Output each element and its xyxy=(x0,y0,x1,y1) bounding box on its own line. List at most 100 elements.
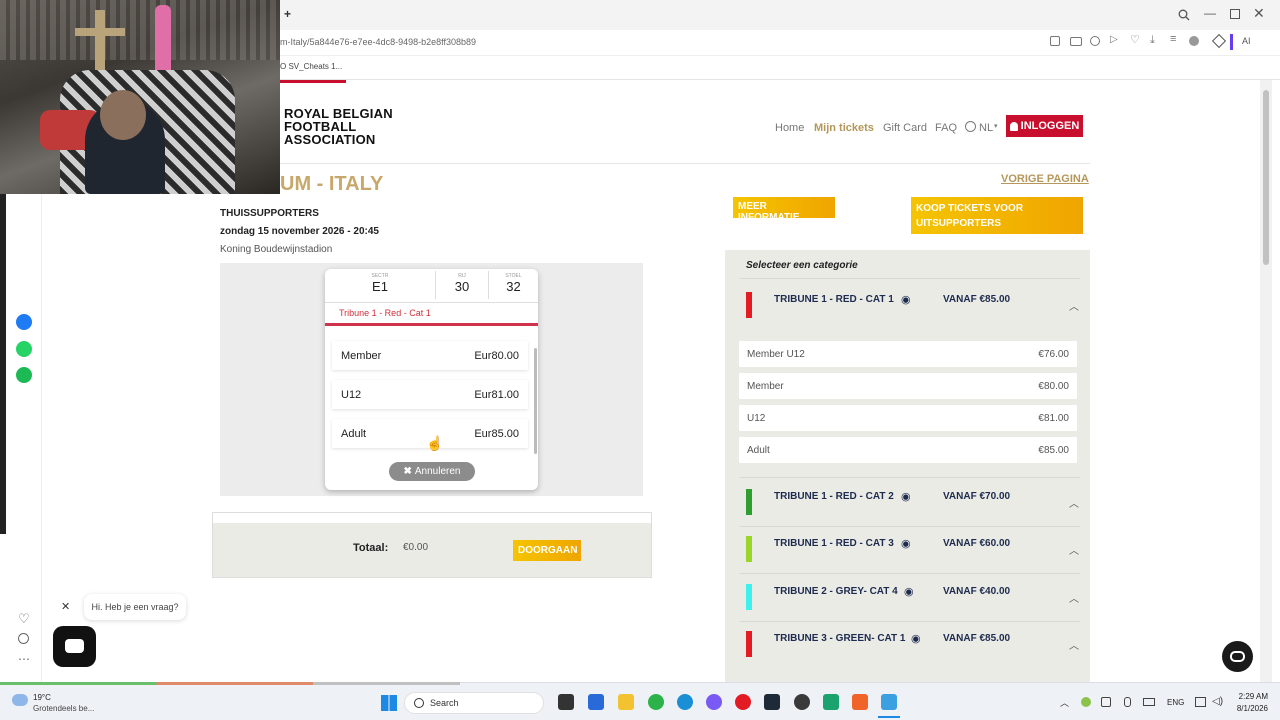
chevron-up-icon[interactable]: ︿ xyxy=(1069,637,1079,652)
keyboard-icon[interactable] xyxy=(1143,698,1155,706)
shield-icon[interactable] xyxy=(1090,36,1100,46)
heart-icon[interactable]: ♡ xyxy=(1130,33,1140,46)
eye-icon[interactable]: ◉ xyxy=(911,632,921,645)
close-window-icon[interactable]: ✕ xyxy=(1253,5,1265,22)
ai-button[interactable]: AI xyxy=(1242,36,1251,46)
download-icon[interactable]: ⤓ xyxy=(1150,34,1155,47)
logo-line: ASSOCIATION xyxy=(284,132,376,147)
cancel-button[interactable]: ✖ Annuleren xyxy=(389,462,475,481)
profile-icon[interactable] xyxy=(1189,36,1199,46)
category-name[interactable]: TRIBUNE 1 - RED - CAT 1 xyxy=(774,294,894,305)
nav-gift-card[interactable]: Gift Card xyxy=(883,122,927,134)
url-text[interactable]: m-Italy/5a844e76-e7ee-4dc8-9498-b2e8ff30… xyxy=(280,37,476,47)
app-icon[interactable] xyxy=(794,694,810,710)
close-chat-bubble-icon[interactable]: ✕ xyxy=(61,600,70,613)
category-name[interactable]: TRIBUNE 1 - RED - CAT 3 xyxy=(774,538,894,549)
nav-home[interactable]: Home xyxy=(775,122,804,134)
taskbar-search[interactable]: Search xyxy=(404,692,544,714)
new-tab-button[interactable]: + xyxy=(284,7,291,21)
chevron-up-icon[interactable]: ︿ xyxy=(1069,590,1079,605)
share-icon[interactable] xyxy=(1050,36,1060,46)
task-view-icon[interactable] xyxy=(558,694,574,710)
price-row-u12[interactable]: U12 €81.00 xyxy=(739,405,1077,431)
away-tickets-button[interactable]: KOOP TICKETS VOOR UITSUPPORTERS xyxy=(911,197,1083,234)
tray-chevron-icon[interactable]: ︿ xyxy=(1060,696,1069,709)
maximize-icon[interactable] xyxy=(1230,9,1240,19)
header-divider xyxy=(280,163,1090,164)
notepad-icon[interactable] xyxy=(881,694,897,710)
store-icon[interactable] xyxy=(588,694,604,710)
camera-icon[interactable] xyxy=(1070,37,1082,46)
category-name[interactable]: TRIBUNE 2 - GREY- CAT 4 xyxy=(774,586,898,597)
play-icon[interactable]: ▷ xyxy=(1110,34,1118,45)
messenger-icon[interactable] xyxy=(16,314,32,330)
assistant-button[interactable] xyxy=(1222,641,1253,672)
site-logo[interactable]: ROYAL BELGIAN FOOTBALL ASSOCIATION xyxy=(284,107,393,146)
price-row-member[interactable]: Member €80.00 xyxy=(739,373,1077,399)
microphone-icon[interactable] xyxy=(1124,697,1131,707)
eye-icon[interactable]: ◉ xyxy=(901,490,911,503)
more-icon[interactable]: ⋯ xyxy=(18,652,30,666)
history-icon[interactable] xyxy=(18,633,29,644)
menu-icon[interactable]: ≡ xyxy=(1170,33,1176,45)
address-bar[interactable]: m-Italy/5a844e76-e7ee-4dc8-9498-b2e8ff30… xyxy=(280,30,1280,56)
more-info-button[interactable]: MEER INFORMATIE xyxy=(733,197,835,223)
language-indicator[interactable]: ENG xyxy=(1167,698,1184,707)
page-scrollbar-thumb[interactable] xyxy=(1263,90,1269,265)
chevron-up-icon[interactable]: ︿ xyxy=(1069,495,1079,510)
clock-time[interactable]: 2:29 AM xyxy=(1232,692,1268,701)
nav-my-tickets[interactable]: Mijn tickets xyxy=(814,122,874,134)
minimize-icon[interactable]: — xyxy=(1204,6,1216,20)
app-icon[interactable] xyxy=(823,694,839,710)
windows-start-icon[interactable] xyxy=(381,695,397,711)
row-value: 30 xyxy=(454,279,470,294)
eye-icon[interactable]: ◉ xyxy=(904,585,914,598)
language-select[interactable]: NL xyxy=(979,122,993,134)
eye-icon[interactable]: ◉ xyxy=(901,293,911,306)
volume-icon[interactable]: ◁) xyxy=(1212,696,1223,707)
chevron-down-icon[interactable]: ▾ xyxy=(994,122,998,130)
bookmark-bar: O SV_Cheats 1... xyxy=(280,56,1280,80)
login-button[interactable]: INLOGGEN xyxy=(1006,115,1083,137)
file-explorer-icon[interactable] xyxy=(618,694,634,710)
brave-icon[interactable] xyxy=(852,694,868,710)
whatsapp-icon[interactable] xyxy=(16,341,32,357)
category-name[interactable]: TRIBUNE 1 - RED - CAT 2 xyxy=(774,491,894,502)
clock-date[interactable]: 8/1/2026 xyxy=(1232,704,1268,713)
tray-app-icon[interactable] xyxy=(1101,697,1111,707)
back-link[interactable]: VORIGE PAGINA xyxy=(1001,173,1089,185)
continue-button[interactable]: DOORGAAN xyxy=(513,540,581,561)
category-divider xyxy=(740,526,1080,527)
tray-app-icon[interactable] xyxy=(1081,697,1091,707)
spotify-icon[interactable] xyxy=(16,367,32,383)
eye-icon[interactable]: ◉ xyxy=(901,537,911,550)
messenger-icon[interactable] xyxy=(706,694,722,710)
extension-icon[interactable] xyxy=(1211,33,1227,49)
whatsapp-icon[interactable] xyxy=(648,694,664,710)
close-icon: ✖ xyxy=(403,466,412,477)
category-heading: Selecteer een categorie xyxy=(746,260,858,271)
chat-bubble[interactable]: Hi. Heb je een vraag? xyxy=(84,594,186,620)
bookmark-item[interactable]: O SV_Cheats 1... xyxy=(280,62,342,71)
chat-button[interactable] xyxy=(53,626,96,667)
weather-icon[interactable] xyxy=(12,694,28,706)
weather-desc[interactable]: Grotendeels be... xyxy=(33,704,94,713)
search-tabs-icon[interactable] xyxy=(1178,8,1190,26)
terminal-icon[interactable] xyxy=(764,694,780,710)
popup-scrollbar[interactable] xyxy=(534,348,537,454)
price-option-member[interactable]: Member Eur80.00 xyxy=(332,341,528,370)
login-label: INLOGGEN xyxy=(1020,120,1080,132)
edge-icon[interactable] xyxy=(677,694,693,710)
price-option-u12[interactable]: U12 Eur81.00 xyxy=(332,380,528,409)
price-row-member-u12[interactable]: Member U12 €76.00 xyxy=(739,341,1077,367)
weather-temp[interactable]: 19°C xyxy=(33,693,51,702)
nav-faq[interactable]: FAQ xyxy=(935,122,957,134)
display-icon[interactable] xyxy=(1195,697,1206,707)
category-name[interactable]: TRIBUNE 3 - GREEN- CAT 1 xyxy=(774,633,906,644)
favorites-icon[interactable]: ♡ xyxy=(18,611,30,627)
chevron-up-icon[interactable]: ︿ xyxy=(1069,542,1079,557)
price-row-adult[interactable]: Adult €85.00 xyxy=(739,437,1077,463)
globe-icon[interactable] xyxy=(965,121,976,132)
chevron-up-icon[interactable]: ︿ xyxy=(1069,298,1079,313)
opera-icon[interactable] xyxy=(735,694,751,710)
